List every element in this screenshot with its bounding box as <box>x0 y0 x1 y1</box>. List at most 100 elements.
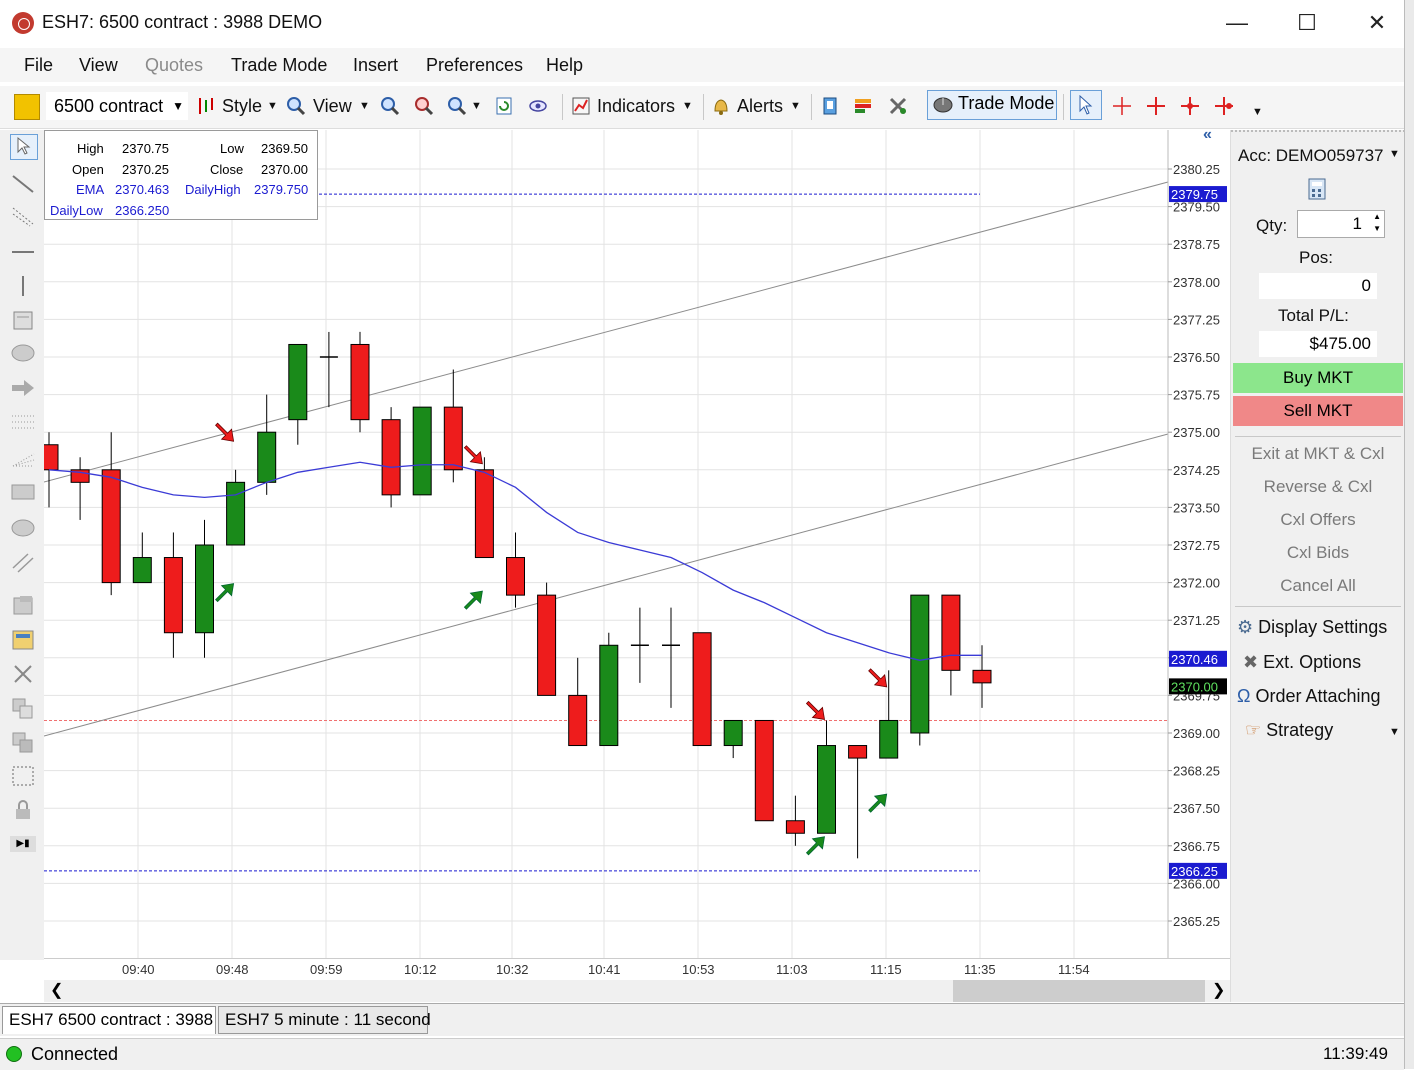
arrow-tool-icon[interactable] <box>10 376 36 400</box>
panel-grip <box>1231 130 1405 136</box>
eye-icon[interactable] <box>528 96 548 116</box>
expand-tools-icon[interactable]: ▶▮ <box>10 836 36 852</box>
candle-body <box>723 719 743 747</box>
ext-options-button[interactable]: ✖ Ext. Options <box>1243 652 1361 673</box>
delete-tool-icon[interactable] <box>10 662 36 686</box>
crosshair-data-icon[interactable] <box>1112 96 1132 116</box>
color-bars-icon[interactable] <box>853 96 873 116</box>
channel-tool-icon[interactable] <box>10 204 36 228</box>
strategy-button[interactable]: ☞ Strategy <box>1245 720 1333 741</box>
candle-body <box>941 594 961 671</box>
cancel-all-button[interactable]: Cancel All <box>1231 576 1405 596</box>
contract-icon[interactable] <box>14 94 40 120</box>
tools-icon[interactable] <box>888 96 908 116</box>
crosshair-dot-icon[interactable] <box>1180 96 1200 116</box>
price-chart[interactable]: 2380.252379.502378.752378.002377.252376.… <box>44 130 1230 980</box>
cxl-offers-button[interactable]: Cxl Offers <box>1231 510 1405 530</box>
refresh-icon[interactable] <box>494 96 514 116</box>
tab-contract-chart[interactable]: ESH7 6500 contract : 3988 <box>2 1006 216 1034</box>
toolbar-overflow-icon[interactable]: ▼ <box>1252 98 1263 126</box>
display-settings-button[interactable]: ⚙ Display Settings <box>1237 617 1387 638</box>
note-tool-icon[interactable] <box>10 308 36 332</box>
alerts-button[interactable]: Alerts <box>737 92 783 120</box>
menu-trade-mode[interactable]: Trade Mode <box>231 55 327 76</box>
chevron-down-icon[interactable]: ▼ <box>682 92 693 120</box>
select-area-icon[interactable] <box>10 764 36 788</box>
contract-select[interactable]: 6500 contract ▼ <box>46 92 188 120</box>
scroll-right-icon[interactable]: ❯ <box>1212 980 1225 1000</box>
chevron-down-icon[interactable]: ▼ <box>1389 726 1400 738</box>
tab-5-minute-chart[interactable]: ESH7 5 minute : 11 second <box>218 1006 431 1034</box>
zoom-in-icon[interactable] <box>380 96 400 116</box>
menu-help[interactable]: Help <box>546 55 583 76</box>
fibonacci-tool-icon[interactable] <box>10 410 36 434</box>
image-tool-icon[interactable] <box>10 628 36 652</box>
stepper-down-icon[interactable]: ▼ <box>1373 224 1381 233</box>
menu-view[interactable]: View <box>79 55 118 76</box>
high-value: 2370.75 <box>122 141 169 156</box>
open-value: 2370.25 <box>122 162 169 177</box>
chevron-down-icon[interactable]: ▼ <box>1389 148 1400 160</box>
stepper-up-icon[interactable]: ▲ <box>1373 212 1381 221</box>
candle-body <box>163 557 183 634</box>
close-icon[interactable]: ✕ <box>1354 8 1400 38</box>
price-tick-label: 2375.00 <box>1173 425 1220 440</box>
pointer-tool-button[interactable] <box>1070 90 1102 120</box>
zoom-out-icon[interactable] <box>414 96 434 116</box>
menu-quotes[interactable]: Quotes <box>145 55 203 76</box>
contract-label: 6500 contract <box>54 96 164 116</box>
parallel-lines-icon[interactable] <box>10 550 36 574</box>
indicators-button[interactable]: Indicators <box>597 92 675 120</box>
chevron-down-icon[interactable]: ▼ <box>471 92 482 120</box>
cxl-bids-button[interactable]: Cxl Bids <box>1231 543 1405 563</box>
calculator-icon[interactable] <box>1307 178 1327 200</box>
price-tick-label: 2365.25 <box>1173 914 1220 929</box>
line-tool-icon[interactable] <box>10 172 36 196</box>
ellipse-tool-icon[interactable] <box>10 516 36 540</box>
horizontal-scrollbar[interactable]: ❮ ❯ <box>44 980 1230 1002</box>
menu-insert[interactable]: Insert <box>353 55 398 76</box>
crosshair-snap-icon[interactable] <box>1214 96 1234 116</box>
candle-body <box>817 745 836 834</box>
collapse-panel-icon[interactable]: « <box>1203 126 1212 144</box>
scroll-left-icon[interactable]: ❮ <box>50 980 63 1000</box>
chevron-down-icon[interactable]: ▼ <box>790 92 801 120</box>
sell-signal-arrow <box>463 445 483 465</box>
fib-fan-icon[interactable] <box>10 446 36 470</box>
rectangle-tool-icon[interactable] <box>10 480 36 504</box>
select-tool-icon[interactable] <box>10 134 38 160</box>
template-icon[interactable] <box>820 96 840 116</box>
scroll-thumb[interactable] <box>953 980 1205 1002</box>
minimize-icon[interactable]: — <box>1214 8 1260 38</box>
exit-cxl-button[interactable]: Exit at MKT & Cxl <box>1231 444 1405 464</box>
vertical-line-icon[interactable] <box>10 274 36 298</box>
order-attaching-button[interactable]: Ω Order Attaching <box>1237 686 1381 707</box>
account-label[interactable]: Acc: DEMO059737 <box>1238 146 1384 166</box>
qty-stepper[interactable]: 1 ▲ ▼ <box>1297 210 1385 238</box>
view-button[interactable]: View <box>313 92 352 120</box>
template-tool-icon[interactable] <box>10 594 36 618</box>
menu-file[interactable]: File <box>24 55 53 76</box>
zoom-menu-icon[interactable] <box>447 96 467 116</box>
style-button[interactable]: Style <box>222 92 262 120</box>
display-settings-label: Display Settings <box>1258 617 1388 637</box>
menu-preferences[interactable]: Preferences <box>426 55 523 76</box>
callout-tool-icon[interactable] <box>10 342 36 366</box>
dailyhigh-label: DailyHigh <box>185 182 241 197</box>
price-tick-label: 2369.00 <box>1173 726 1220 741</box>
chevron-down-icon[interactable]: ▼ <box>359 92 370 120</box>
paste-tool-icon[interactable] <box>10 730 36 754</box>
sell-market-button[interactable]: Sell MKT <box>1233 396 1403 426</box>
close-value: 2370.00 <box>261 162 308 177</box>
crosshair-icon[interactable] <box>1146 96 1166 116</box>
chart-tabs: ESH7 6500 contract : 3988 ESH7 5 minute … <box>0 1003 1404 1036</box>
time-tick-label: 11:54 <box>1058 962 1090 977</box>
buy-market-button[interactable]: Buy MKT <box>1233 363 1403 393</box>
reverse-cxl-button[interactable]: Reverse & Cxl <box>1231 477 1405 497</box>
lock-icon[interactable] <box>10 798 36 822</box>
horizontal-line-icon[interactable] <box>10 240 36 264</box>
chevron-down-icon[interactable]: ▼ <box>267 92 278 120</box>
maximize-icon[interactable]: ☐ <box>1284 8 1330 38</box>
trade-mode-button[interactable]: Trade Mode <box>927 90 1057 120</box>
copy-tool-icon[interactable] <box>10 696 36 720</box>
